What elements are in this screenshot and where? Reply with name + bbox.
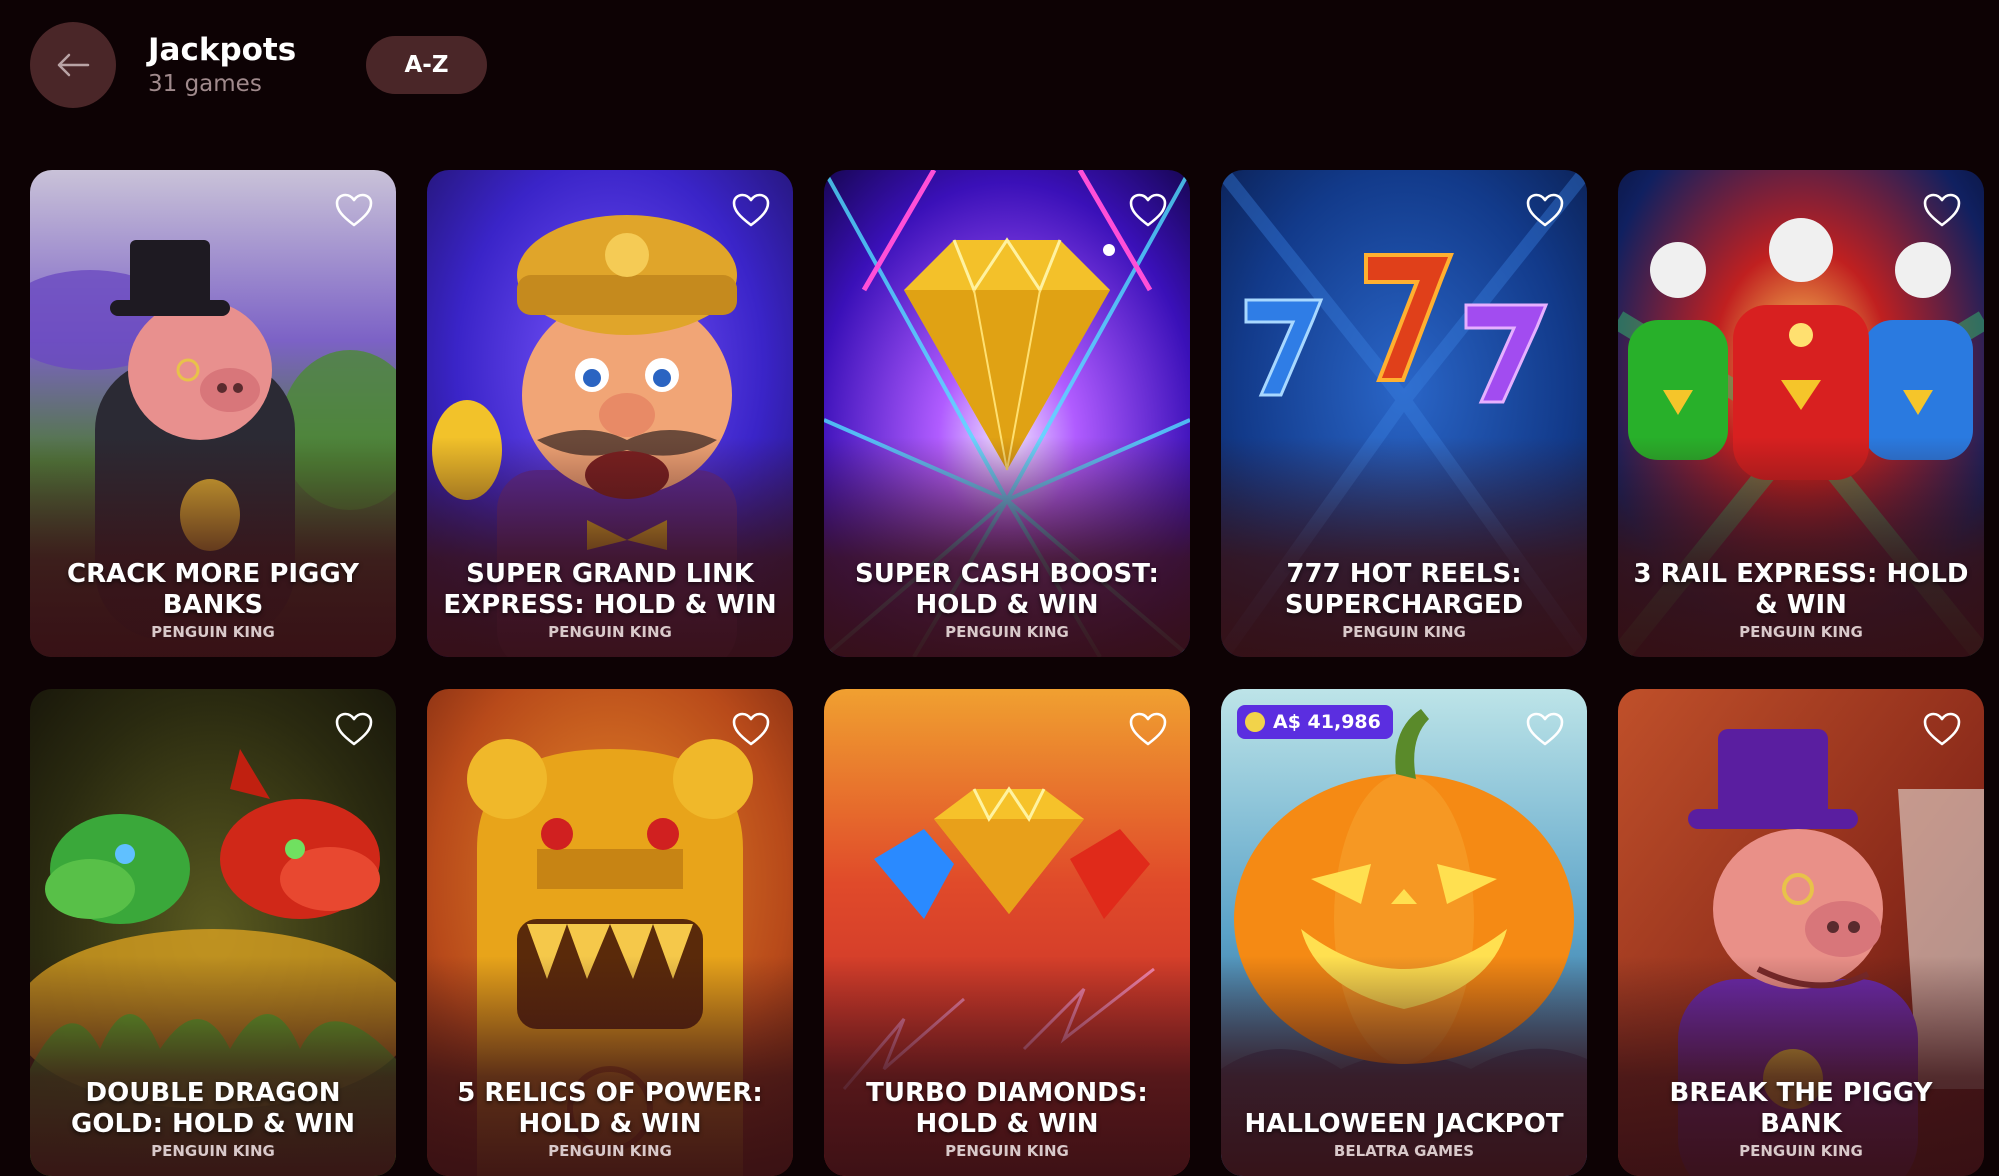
- favorite-button[interactable]: [729, 188, 773, 232]
- game-title: SUPER CASH BOOST: HOLD & WIN: [855, 559, 1159, 620]
- heart-icon: [1923, 712, 1961, 746]
- page-header: Jackpots 31 games A-Z: [0, 0, 1999, 140]
- jackpot-badge: A$ 41,986: [1237, 705, 1393, 739]
- favorite-button[interactable]: [1920, 707, 1964, 751]
- game-card[interactable]: A$ 41,986 HALLOWEEN JACKPOT BELATRA GAME…: [1221, 689, 1587, 1176]
- game-card[interactable]: 777 HOT REELS: SUPERCHARGED PENGUIN KING: [1221, 170, 1587, 657]
- game-title: 3 RAIL EXPRESS: HOLD & WIN: [1633, 559, 1969, 620]
- game-provider: PENGUIN KING: [548, 623, 672, 641]
- title-block: Jackpots 31 games: [148, 30, 296, 98]
- game-provider: PENGUIN KING: [945, 623, 1069, 641]
- favorite-button[interactable]: [332, 188, 376, 232]
- heart-icon: [1129, 712, 1167, 746]
- game-card[interactable]: TURBO DIAMONDS: HOLD & WIN PENGUIN KING: [824, 689, 1190, 1176]
- page-title: Jackpots: [148, 32, 297, 68]
- game-card[interactable]: 5 RELICS OF POWER: HOLD & WIN PENGUIN KI…: [427, 689, 793, 1176]
- favorite-button[interactable]: [1126, 188, 1170, 232]
- game-provider: PENGUIN KING: [1342, 623, 1466, 641]
- game-title: BREAK THE PIGGY BANK: [1669, 1078, 1933, 1139]
- game-grid: CRACK MORE PIGGY BANKS PENGUIN KING SUPE…: [30, 170, 1984, 1176]
- favorite-button[interactable]: [1920, 188, 1964, 232]
- game-card[interactable]: SUPER GRAND LINK EXPRESS: HOLD & WIN PEN…: [427, 170, 793, 657]
- game-title: DOUBLE DRAGON GOLD: HOLD & WIN: [71, 1078, 355, 1139]
- back-button[interactable]: [30, 22, 116, 108]
- game-provider: PENGUIN KING: [1739, 623, 1863, 641]
- game-provider: BELATRA GAMES: [1333, 1142, 1475, 1160]
- game-provider: PENGUIN KING: [1739, 1142, 1863, 1160]
- game-count: 31 games: [148, 71, 262, 97]
- favorite-button[interactable]: [729, 707, 773, 751]
- heart-icon: [1526, 712, 1564, 746]
- heart-icon: [335, 712, 373, 746]
- game-title: 5 RELICS OF POWER: HOLD & WIN: [457, 1078, 763, 1139]
- game-card[interactable]: 3 RAIL EXPRESS: HOLD & WIN PENGUIN KING: [1618, 170, 1984, 657]
- favorite-button[interactable]: [1523, 188, 1567, 232]
- arrow-left-icon: [57, 53, 90, 77]
- heart-icon: [732, 712, 770, 746]
- coin-icon: [1245, 712, 1265, 732]
- game-card[interactable]: CRACK MORE PIGGY BANKS PENGUIN KING: [30, 170, 396, 657]
- game-title: HALLOWEEN JACKPOT: [1244, 1109, 1564, 1139]
- favorite-button[interactable]: [1126, 707, 1170, 751]
- sort-az-button[interactable]: A-Z: [366, 36, 487, 94]
- game-card[interactable]: SUPER CASH BOOST: HOLD & WIN PENGUIN KIN…: [824, 170, 1190, 657]
- favorite-button[interactable]: [332, 707, 376, 751]
- jackpot-amount: A$ 41,986: [1273, 711, 1381, 733]
- game-provider: PENGUIN KING: [151, 623, 275, 641]
- game-provider: PENGUIN KING: [548, 1142, 672, 1160]
- game-provider: PENGUIN KING: [945, 1142, 1069, 1160]
- heart-icon: [1129, 193, 1167, 227]
- game-provider: PENGUIN KING: [151, 1142, 275, 1160]
- game-title: CRACK MORE PIGGY BANKS: [67, 559, 359, 620]
- game-card[interactable]: DOUBLE DRAGON GOLD: HOLD & WIN PENGUIN K…: [30, 689, 396, 1176]
- heart-icon: [335, 193, 373, 227]
- game-title: 777 HOT REELS: SUPERCHARGED: [1284, 559, 1524, 620]
- game-title: SUPER GRAND LINK EXPRESS: HOLD & WIN: [443, 559, 777, 620]
- favorite-button[interactable]: [1523, 707, 1567, 751]
- heart-icon: [1526, 193, 1564, 227]
- heart-icon: [1923, 193, 1961, 227]
- game-card[interactable]: BREAK THE PIGGY BANK PENGUIN KING: [1618, 689, 1984, 1176]
- heart-icon: [732, 193, 770, 227]
- game-title: TURBO DIAMONDS: HOLD & WIN: [866, 1078, 1148, 1139]
